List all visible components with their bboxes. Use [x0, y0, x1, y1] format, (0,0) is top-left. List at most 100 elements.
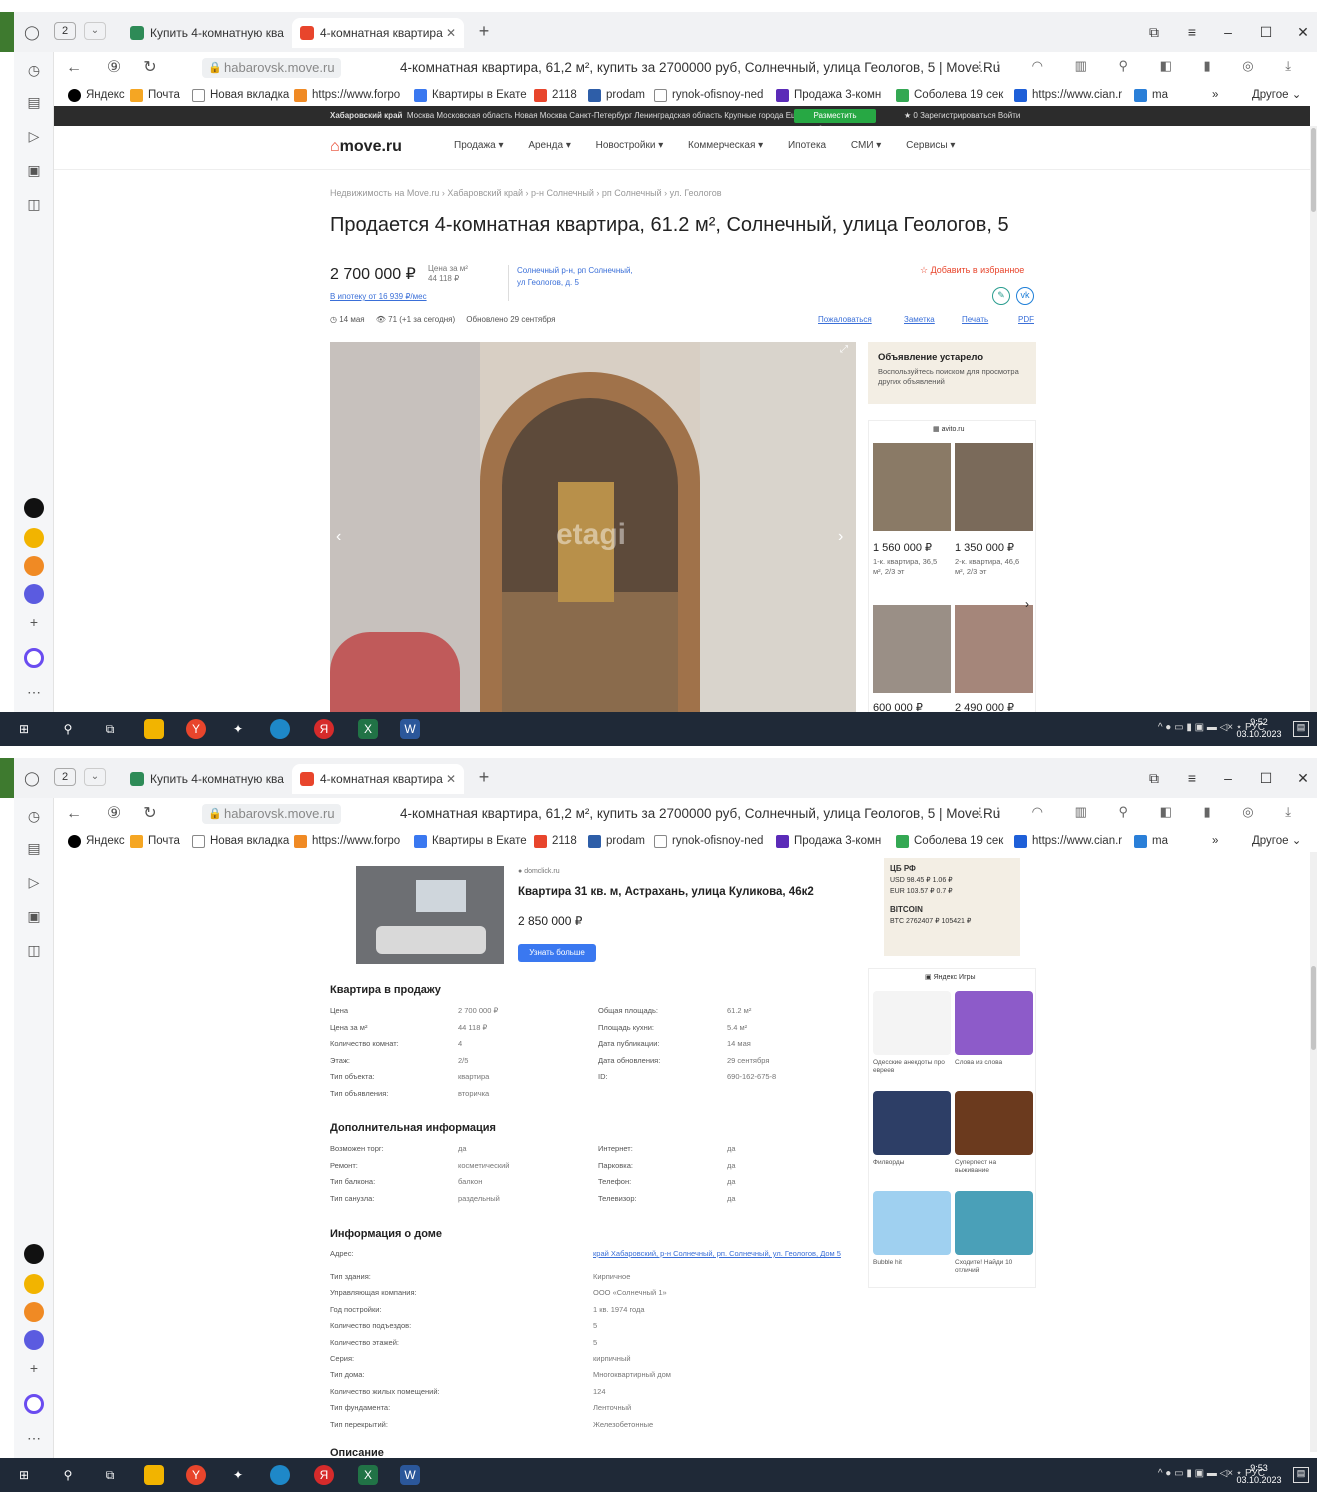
page-scroll-thumb[interactable]	[1311, 128, 1316, 212]
ad-item-price[interactable]: 1 560 000 ₽	[873, 541, 932, 554]
bookmark-item[interactable]: https://www.cian.r	[1014, 833, 1122, 849]
yandex-browser-icon[interactable]: Y	[186, 1465, 206, 1485]
bookmark-item[interactable]: Почта	[130, 833, 180, 849]
bookmark-item[interactable]: Новая вкладка	[192, 833, 289, 849]
tab-active[interactable]: 4-комнатная квартира ✕	[292, 764, 464, 794]
tab-count[interactable]: 2	[54, 768, 76, 786]
house-address-link[interactable]: край Хабаровский, р-н Солнечный, рп. Сол…	[593, 1249, 843, 1258]
windows-start-icon[interactable]: ⊞	[14, 1465, 34, 1485]
ad-card-title[interactable]: Квартира 31 кв. м, Астрахань, улица Кули…	[518, 886, 814, 898]
yandex-icon[interactable]: Я	[314, 719, 334, 739]
bookmark-item[interactable]: Яндекс	[68, 833, 125, 849]
history-icon[interactable]: ◷	[24, 60, 44, 80]
task-view-icon[interactable]: ⧉	[100, 1465, 120, 1485]
edit-icon[interactable]: ✎	[992, 287, 1010, 305]
games-brand[interactable]: ▣ Яндекс Игры	[925, 973, 976, 981]
yandex-icon[interactable]: Я	[314, 1465, 334, 1485]
bookmark-item[interactable]: Соболева 19 сек	[896, 833, 1003, 849]
notifications-icon[interactable]: ▤	[1293, 1467, 1309, 1483]
address-link-street[interactable]: ул Геологов, д. 5	[517, 278, 579, 287]
region-links[interactable]: Хабаровский край Москва Московская облас…	[330, 106, 802, 126]
ad-item-photo[interactable]	[955, 443, 1033, 531]
ad-item-photo[interactable]	[955, 605, 1033, 693]
game-name[interactable]: Слова из слова	[955, 1059, 1031, 1067]
bookmark-item[interactable]: ma	[1134, 833, 1168, 849]
ad-item-price[interactable]: 1 350 000 ₽	[955, 541, 1014, 554]
tab-count[interactable]: 2	[54, 22, 76, 40]
game-name[interactable]: Сходите! Найди 10 отличий	[955, 1259, 1031, 1275]
bookmark-item[interactable]: Яндекс	[68, 87, 125, 103]
more-icon[interactable]: ⋯	[24, 682, 44, 702]
city-links[interactable]: Москва Московская область Новая Москва С…	[407, 111, 802, 120]
bookmark-item[interactable]: 2118	[534, 833, 577, 849]
notes-icon[interactable]: ▤	[24, 838, 44, 858]
ad-item-photo[interactable]	[873, 443, 951, 531]
bookmark-item[interactable]: Почта	[130, 87, 180, 103]
plus-app-icon[interactable]	[24, 498, 44, 518]
more-icon[interactable]: ⋯	[24, 1428, 44, 1448]
bookmark-item[interactable]: Продажа 3-комн	[776, 833, 881, 849]
reload-icon[interactable]: ↻	[140, 58, 160, 78]
bookmark-item[interactable]: rynok-ofisnoy-ned	[654, 87, 763, 103]
post-ad-button[interactable]: Разместить объявление	[794, 109, 876, 134]
play-icon[interactable]: ▷	[24, 126, 44, 146]
report-link[interactable]: Пожаловаться	[818, 315, 872, 324]
page-scrollbar[interactable]	[1310, 126, 1317, 712]
close-tab-icon[interactable]: ✕	[446, 764, 456, 794]
word-icon[interactable]: W	[400, 1465, 420, 1485]
ad-item-photo[interactable]	[873, 605, 951, 693]
notes-icon[interactable]: ▤	[24, 92, 44, 112]
protect-icon[interactable]: ⑨	[104, 58, 124, 78]
screenshot-icon[interactable]: ◫	[24, 194, 44, 214]
breadcrumb[interactable]: Недвижимость на Move.ru › Хабаровский кр…	[330, 188, 722, 198]
bookmark-item[interactable]: https://www.cian.r	[1014, 87, 1122, 103]
mail-app-icon[interactable]	[24, 556, 44, 576]
minimize-button[interactable]: –	[1214, 20, 1242, 44]
print-link[interactable]: Печать	[962, 315, 988, 324]
task-view-icon[interactable]: ⧉	[100, 719, 120, 739]
profile-icon[interactable]: ◯	[22, 22, 42, 42]
page-scrollbar[interactable]	[1310, 852, 1317, 1452]
file-explorer-icon[interactable]	[144, 719, 164, 739]
note-link[interactable]: Заметка	[904, 315, 935, 324]
tool-icon[interactable]: ✦	[228, 1465, 248, 1485]
nav-rent[interactable]: Аренда ▾	[528, 140, 571, 151]
tab-list-button[interactable]: ⌄	[84, 768, 106, 786]
tab-inactive[interactable]: Купить 4-комнатную квар	[122, 764, 284, 794]
omnibox-actions[interactable]: ⁝⁝ ◠ ▥ ⚲ ◧ ▮ ◎ ⤓	[978, 58, 1305, 78]
excel-icon[interactable]: X	[358, 719, 378, 739]
game-thumbnail[interactable]	[955, 991, 1033, 1055]
minimize-button[interactable]: –	[1214, 766, 1242, 790]
mail-app-icon[interactable]	[24, 1302, 44, 1322]
collections-icon[interactable]: ⧉	[1140, 20, 1168, 44]
url-domain[interactable]: 🔒 habarovsk.move.ru	[202, 58, 341, 78]
menu-icon[interactable]: ≡	[1178, 766, 1206, 790]
notifications-icon[interactable]: ▤	[1293, 721, 1309, 737]
page-scroll-thumb[interactable]	[1311, 966, 1316, 1050]
bookmark-item[interactable]: Квартиры в Екате	[414, 833, 527, 849]
add-app-icon[interactable]: +	[24, 1358, 44, 1378]
plus-app-icon[interactable]	[24, 1244, 44, 1264]
nav-sale[interactable]: Продажа ▾	[454, 140, 504, 151]
site-logo[interactable]: ⌂move.ru	[330, 138, 402, 156]
game-thumbnail[interactable]	[955, 1091, 1033, 1155]
taskbar-clock[interactable]: 9:53 03.10.2023	[1235, 1462, 1283, 1486]
bookmark-item[interactable]: Соболева 19 сек	[896, 87, 1003, 103]
fullscreen-icon[interactable]: ⤢	[840, 344, 848, 355]
search-icon[interactable]: ⚲	[58, 719, 78, 739]
zen-icon[interactable]	[24, 528, 44, 548]
nav-commercial[interactable]: Коммерческая ▾	[688, 140, 763, 151]
learn-more-button[interactable]: Узнать больше	[518, 944, 596, 962]
menu-icon[interactable]: ≡	[1178, 20, 1206, 44]
pdf-link[interactable]: PDF	[1018, 315, 1034, 324]
game-thumbnail[interactable]	[873, 1191, 951, 1255]
add-favorite-link[interactable]: ☆ Добавить в избранное	[920, 265, 1024, 276]
profile-icon[interactable]: ◯	[22, 768, 42, 788]
play-icon[interactable]: ▷	[24, 872, 44, 892]
alice-icon[interactable]	[24, 648, 44, 668]
address-link-district[interactable]: Солнечный р-н, рп Солнечный,	[517, 266, 633, 275]
maximize-button[interactable]: ☐	[1252, 20, 1280, 44]
nav-services[interactable]: Сервисы ▾	[906, 140, 955, 151]
messenger-icon[interactable]	[24, 1330, 44, 1350]
ad-brand[interactable]: ▦ avito.ru	[933, 425, 965, 433]
